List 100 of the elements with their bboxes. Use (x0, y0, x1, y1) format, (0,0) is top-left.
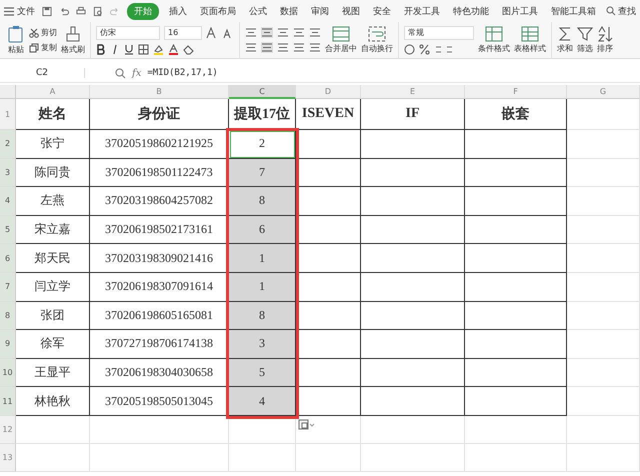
align-icon[interactable] (245, 27, 257, 38)
sum-button[interactable]: 求和 (557, 26, 573, 54)
print-icon[interactable] (76, 6, 86, 16)
eraser-icon[interactable] (183, 44, 194, 54)
align-icon[interactable] (309, 27, 321, 38)
align-icon[interactable] (261, 42, 273, 53)
table-cell (229, 444, 296, 472)
ribbon-tab[interactable]: 插入 (166, 2, 190, 20)
ribbon-tab[interactable]: 公式 (246, 2, 270, 20)
align-icon[interactable] (309, 42, 321, 53)
align-icon[interactable] (277, 42, 289, 53)
copy-icon (29, 42, 39, 52)
ribbon-tab[interactable]: 安全 (370, 2, 394, 20)
table-cell: 林艳秋 (16, 387, 90, 416)
conditional-format-button[interactable]: 条件格式 (478, 26, 510, 54)
search-icon (606, 6, 616, 16)
table-cell (296, 244, 361, 273)
fx-label[interactable]: fx (132, 68, 142, 78)
underline-icon[interactable] (124, 44, 134, 54)
ribbon-tab[interactable]: 数据 (277, 2, 301, 20)
column-header[interactable]: C (229, 85, 296, 99)
number-format-field[interactable]: 常规 (404, 26, 474, 40)
copy-button[interactable]: 复制 (29, 42, 57, 53)
row-header[interactable]: 10 (0, 358, 16, 388)
row-header[interactable]: 9 (0, 330, 16, 359)
ribbon-tab[interactable]: 视图 (339, 2, 363, 20)
filter-button[interactable]: 筛选 (577, 26, 593, 54)
table-cell: 4 (229, 387, 296, 416)
table-cell (296, 330, 361, 359)
formula-field[interactable]: =MID(B2,17,1) (147, 68, 218, 78)
table-cell (296, 216, 361, 244)
table-cell (296, 158, 361, 188)
ribbon-tab[interactable]: 审阅 (308, 2, 332, 20)
ribbon-tab[interactable]: 开发工具 (401, 2, 443, 20)
table-style-button[interactable]: 表格样式 (514, 26, 546, 54)
table-cell (296, 130, 361, 159)
row-header[interactable]: 7 (0, 272, 16, 302)
table-cell: 7 (229, 158, 296, 188)
row-header[interactable]: 8 (0, 302, 16, 330)
sigma-icon (557, 26, 573, 42)
table-cell: 嵌套 (465, 99, 567, 130)
table-cell: 提取17位 (229, 99, 296, 130)
border-icon[interactable] (138, 44, 149, 54)
ribbon-tab[interactable]: 图片工具 (499, 2, 541, 20)
font-field[interactable]: 仿宋 (96, 26, 160, 40)
table-cell: 张宁 (16, 130, 90, 159)
sort-icon (597, 26, 613, 42)
sort-button[interactable]: 排序 (597, 26, 613, 54)
ribbon-tab[interactable]: 页面布局 (197, 2, 239, 20)
font-size-field[interactable]: 16 (164, 26, 202, 40)
row-header[interactable]: 4 (0, 187, 16, 216)
align-icon[interactable] (293, 42, 305, 53)
ribbon-tab[interactable]: 智能工具箱 (548, 2, 599, 20)
row-header[interactable]: 3 (0, 158, 16, 188)
table-cell (296, 387, 361, 416)
save-icon[interactable] (42, 6, 52, 16)
wrap-text-button[interactable]: 自动换行 (361, 26, 393, 54)
cut-button[interactable]: 剪切 (29, 27, 57, 38)
align-icon[interactable] (293, 27, 305, 38)
table-cell: 陈同贵 (16, 158, 90, 188)
align-icon[interactable] (245, 42, 257, 53)
percent-icon[interactable] (419, 44, 430, 54)
row-header[interactable]: 6 (0, 244, 16, 273)
align-icon[interactable] (277, 27, 289, 38)
undo-icon[interactable] (59, 6, 69, 16)
table-cell: 王显平 (16, 358, 90, 388)
table-cell: 5 (229, 358, 296, 388)
zoom-icon[interactable] (115, 68, 126, 78)
align-icon[interactable] (261, 27, 273, 38)
file-menu[interactable]: 文件 (4, 4, 35, 18)
merge-button[interactable]: 合并居中 (325, 26, 357, 54)
table-icon (521, 26, 539, 42)
table-cell: 3 (229, 330, 296, 359)
table-cell (296, 358, 361, 388)
bold-icon[interactable] (96, 44, 106, 54)
row-header[interactable]: 5 (0, 216, 16, 244)
font-grow-icon[interactable] (206, 26, 218, 38)
scissors-icon (29, 28, 39, 38)
search-button[interactable]: 查找 (606, 4, 636, 18)
table-cell (296, 444, 361, 472)
font-color-icon[interactable] (168, 44, 179, 54)
table-cell: ISEVEN (296, 99, 361, 130)
paste-options-icon[interactable] (298, 418, 316, 430)
currency-icon[interactable] (404, 44, 415, 54)
wrap-text-icon (368, 26, 386, 42)
table-cell: 1 (229, 244, 296, 273)
preview-icon[interactable] (93, 6, 103, 16)
table-cell (296, 272, 361, 302)
table-cell: 宋立嘉 (16, 216, 90, 244)
row-header[interactable]: 2 (0, 130, 16, 159)
table-cell: 1 (229, 272, 296, 302)
fill-color-icon[interactable] (153, 44, 164, 54)
table-cell: 徐军 (16, 330, 90, 359)
paste-button[interactable]: 粘贴 (7, 25, 25, 55)
table-cell (296, 187, 361, 216)
format-painter-button[interactable]: 格式刷 (61, 25, 85, 55)
name-box[interactable]: C2 (0, 68, 85, 78)
row-header[interactable]: 11 (0, 387, 16, 416)
table-cell: 2 (229, 130, 296, 159)
ribbon-tab[interactable]: 特色功能 (450, 2, 492, 20)
